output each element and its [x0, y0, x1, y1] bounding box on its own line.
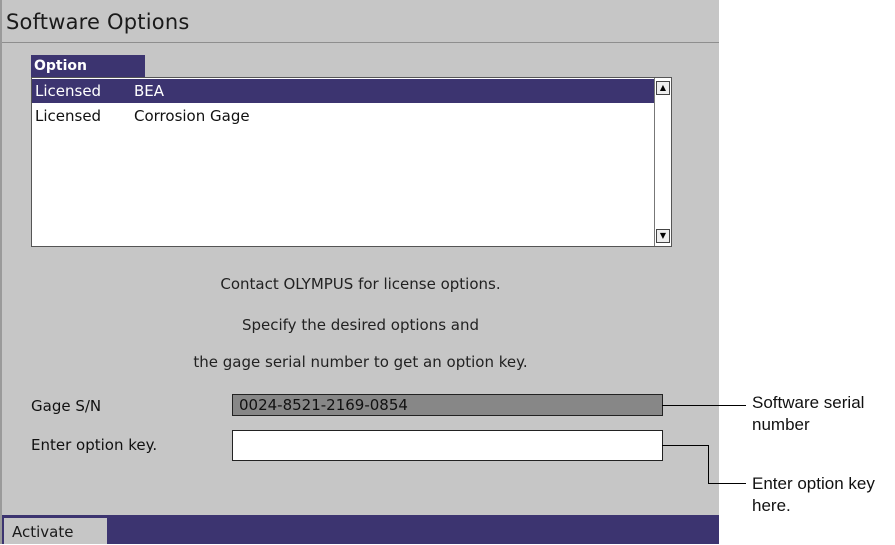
key-callout-line-1: Enter option key: [752, 474, 875, 493]
key-callout-line-h2: [708, 483, 746, 484]
gage-sn-label: Gage S/N: [31, 397, 102, 415]
option-status: Licensed: [35, 107, 102, 125]
key-callout-line-h1: [662, 445, 709, 446]
serial-callout-line: [662, 405, 746, 406]
key-callout-line-2: here.: [752, 496, 791, 515]
option-key-input[interactable]: [232, 430, 663, 461]
software-options-panel: Software Options Option Licensed BEA Lic…: [0, 0, 719, 544]
option-key-label: Enter option key.: [31, 436, 158, 454]
scroll-down-icon[interactable]: ▼: [656, 229, 670, 243]
scroll-up-icon[interactable]: ▲: [656, 81, 670, 95]
list-scrollbar[interactable]: ▲ ▼: [654, 78, 671, 246]
serial-callout-line-2: number: [752, 415, 810, 434]
gage-serial-number-field: 0024-8521-2169-0854: [232, 394, 663, 416]
info-text-line-2: Specify the desired options and: [241, 316, 480, 334]
bottom-toolbar: [2, 515, 719, 544]
serial-callout-line-1: Software serial: [752, 393, 865, 412]
info-text-line-1: Contact OLYMPUS for license options.: [220, 275, 501, 293]
key-callout-text: Enter option key here.: [752, 473, 895, 517]
info-text-line-3: the gage serial number to get an option …: [193, 353, 528, 371]
activate-button[interactable]: Activate: [4, 518, 107, 544]
option-column-header[interactable]: Option: [31, 55, 145, 77]
option-name: Corrosion Gage: [134, 107, 250, 125]
serial-callout-text: Software serial number: [752, 392, 895, 436]
title-divider: [2, 42, 719, 43]
key-callout-line-v: [708, 445, 709, 484]
list-item[interactable]: Licensed BEA: [32, 79, 654, 103]
options-list[interactable]: Licensed BEA Licensed Corrosion Gage ▲ ▼: [31, 77, 672, 247]
option-status: Licensed: [35, 82, 102, 100]
list-item[interactable]: Licensed Corrosion Gage: [32, 104, 654, 128]
page-title: Software Options: [6, 10, 190, 34]
option-name: BEA: [134, 82, 165, 100]
